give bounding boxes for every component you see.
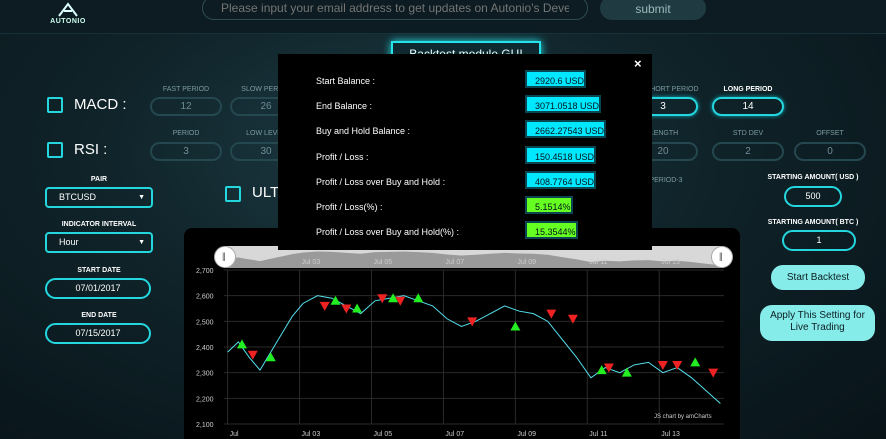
pair-value: BTCUSD [59,192,97,202]
rsi-period-input[interactable]: 3 [150,142,222,161]
bb-std-dev-input[interactable]: 2 [712,142,784,161]
end-balance-label: End Balance : [316,101,373,111]
macd-fast-period-input[interactable]: 12 [150,97,222,116]
profit-loss-label: Profit / Loss : [316,152,369,162]
starting-usd-input[interactable]: 500 [784,186,842,207]
backtest-results-modal: × Start Balance : 2920.6 USD End Balance… [278,54,652,250]
rsi-period-label: PERIOD [172,130,200,137]
x-tick-label: Jul [230,431,239,438]
start-balance-label: Start Balance : [316,76,376,86]
x-tick-label: Jul 05 [373,431,392,438]
submit-button[interactable]: submit [600,0,706,20]
end-date-input[interactable]: 07/15/2017 [45,323,151,344]
profit-loss-value: 150.4518 USD [525,146,597,164]
scrollbar-tick-label: Jul 11 [589,259,607,266]
profit-loss-pct-label: Profit / Loss(%) : [316,202,383,212]
buy-signal-marker [330,295,341,305]
close-icon[interactable]: × [634,56,642,71]
start-balance-value: 2920.6 USD [525,70,587,88]
start-date-input[interactable]: 07/01/2017 [45,278,151,299]
x-tick-label: Jul 03 [302,431,321,438]
rsi-checkbox[interactable] [47,142,63,158]
buy-signal-marker [413,293,424,303]
x-tick-label: Jul 07 [445,431,464,438]
top-bar: AUTONIO submit [0,0,886,34]
buy-signal-marker [510,321,521,331]
macd-fast-period-label: FAST PERIOD [162,86,210,93]
sell-signal-marker [341,304,352,314]
sell-signal-marker [319,301,330,311]
y-tick-label: 2,600 [196,294,214,301]
pair-label: PAIR [90,176,108,183]
bb-offset-input[interactable]: 0 [794,142,866,161]
buy-signal-marker [265,352,276,362]
chart-credit: JS chart by amCharts [654,414,712,420]
macd-label: MACD : [74,96,127,113]
apply-live-trading-button[interactable]: Apply This Setting for Live Trading [760,305,875,341]
profit-loss-pct-value: 5.1514% [525,196,573,214]
y-tick-label: 2,100 [196,422,214,429]
x-tick-label: Jul 13 [661,431,680,438]
chevron-down-icon: ▼ [138,239,145,246]
price-chart-panel: Jul 03 Jul 05 Jul 07 Jul 09 Jul 11 Jul 13 2,7… [184,228,740,439]
sell-signal-marker [567,314,578,324]
buy-hold-balance-value: 2662.27543 USD [525,120,607,138]
y-tick-label: 2,300 [196,371,214,378]
y-tick-label: 2,400 [196,345,214,352]
logo-mark-icon [58,2,78,17]
long-period-label: LONG PERIOD [723,86,773,93]
start-date-label: START DATE [77,267,121,274]
scrollbar-tick-label: Jul 05 [373,259,392,266]
sell-signal-marker [708,368,719,378]
pair-select[interactable]: BTCUSD ▼ [45,187,153,208]
sell-signal-marker [546,309,557,319]
macd-checkbox[interactable] [47,97,63,113]
y-tick-label: 2,500 [196,319,214,326]
long-period-input[interactable]: 14 [712,97,784,116]
buy-signal-marker [236,339,247,349]
scrollbar-tick-label: Jul 13 [661,259,680,266]
y-tick-label: 2,200 [196,396,214,403]
x-tick-label: Jul 11 [589,431,607,438]
end-date-label: END DATE [81,312,117,319]
profit-loss-over-bh-value: 408.7764 USD [525,171,597,189]
start-backtest-button[interactable]: Start Backtest [771,265,865,290]
starting-btc-label: STARTING AMOUNT( BTC ) [767,219,859,226]
scrollbar-right-grip[interactable] [711,246,733,268]
scrollbar-tick-label: Jul 09 [517,259,536,266]
email-input[interactable] [202,0,588,20]
starting-btc-input[interactable]: 1 [782,230,856,251]
chevron-down-icon: ▼ [138,194,145,201]
autonio-logo[interactable]: AUTONIO [50,2,86,28]
profit-loss-over-bh-pct-label: Profit / Loss over Buy and Hold(%) : [316,227,460,237]
scrollbar-left-grip[interactable] [214,246,236,268]
price-chart: Jul 03 Jul 05 Jul 07 Jul 09 Jul 11 Jul 13 2,7… [196,246,724,438]
x-tick-label: Jul 09 [517,431,536,438]
end-balance-value: 3071.0518 USD [525,95,602,113]
starting-usd-label: STARTING AMOUNT( USD ) [767,174,859,181]
interval-value: Hour [59,237,79,247]
sell-signal-marker [247,350,258,360]
buy-signal-marker [352,303,363,313]
rsi-label: RSI : [74,141,108,158]
buy-signal-marker [690,357,701,367]
buy-hold-balance-label: Buy and Hold Balance : [316,126,411,136]
logo-text: AUTONIO [50,18,86,25]
interval-label: INDICATOR INTERVAL [61,221,137,228]
buy-signal-marker [596,365,607,375]
scrollbar-tick-label: Jul 07 [445,259,464,266]
bb-std-dev-label: STD DEV [732,130,764,137]
profit-loss-over-bh-pct-value: 15.3544% [525,221,578,239]
y-tick-label: 2,700 [196,268,214,275]
profit-loss-over-bh-label: Profit / Loss over Buy and Hold : [316,177,446,187]
bb-offset-label: OFFSET [816,130,844,137]
interval-select[interactable]: Hour ▼ [45,232,153,253]
price-series-line [227,295,721,404]
ultimate-checkbox[interactable] [225,186,241,202]
scrollbar-tick-label: Jul 03 [302,259,321,266]
